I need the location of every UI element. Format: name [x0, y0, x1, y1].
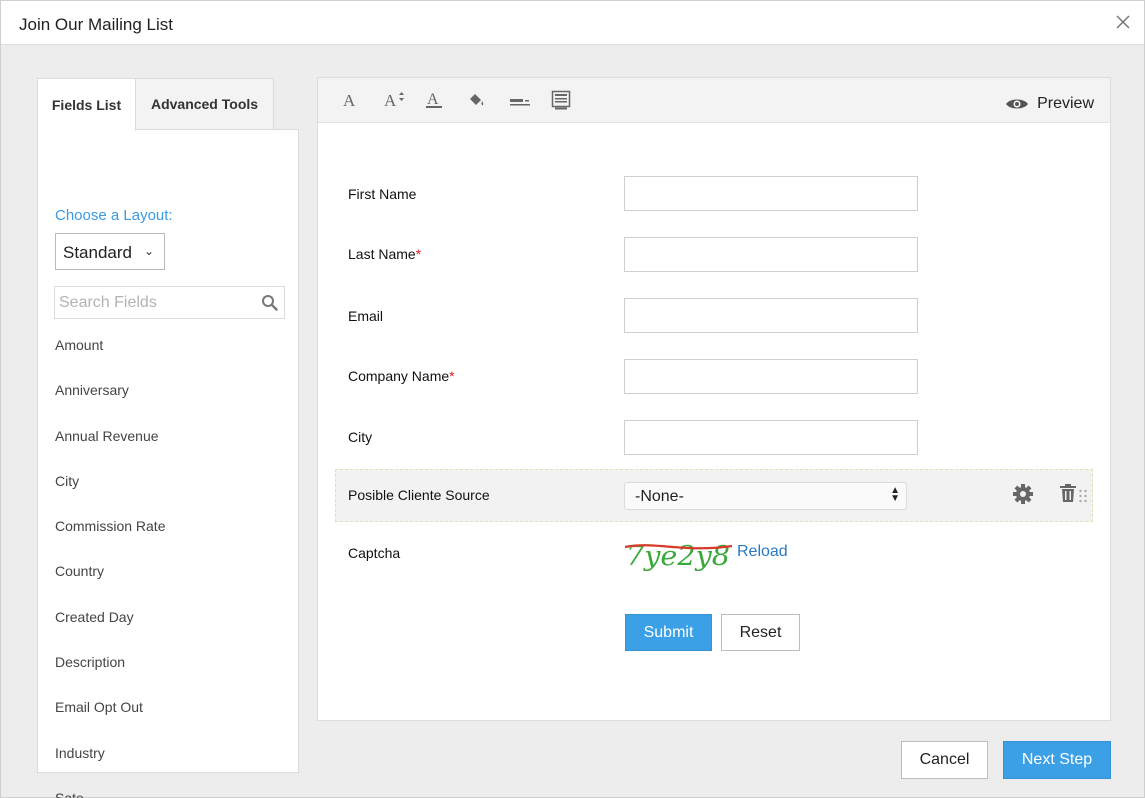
fill-color-icon[interactable] — [464, 88, 488, 112]
next-step-button[interactable]: Next Step — [1003, 741, 1111, 779]
field-item-annual-revenue[interactable]: Annual Revenue — [55, 428, 165, 473]
panel-tabs: Fields List Advanced Tools — [37, 78, 274, 131]
layout-select[interactable]: Standard ⌄ — [55, 233, 165, 270]
border-style-icon[interactable] — [508, 88, 532, 112]
select-arrows-icon: ▲ ▼ — [890, 485, 900, 504]
format-toolbar: A A A Preview — [318, 78, 1110, 123]
preview-button[interactable]: Preview — [1005, 95, 1094, 113]
fields-panel: Choose a Layout: Standard ⌄ Amount Anniv… — [37, 78, 299, 798]
field-item-amount[interactable]: Amount — [55, 337, 165, 382]
font-icon[interactable]: A — [338, 88, 362, 112]
source-label: Posible Cliente Source — [348, 487, 490, 503]
field-item-description[interactable]: Description — [55, 654, 165, 699]
search-fields-box — [54, 286, 285, 319]
font-color-icon[interactable]: A — [422, 88, 446, 112]
tab-fields-list[interactable]: Fields List — [37, 78, 136, 131]
field-item-country[interactable]: Country — [55, 563, 165, 608]
first-name-label: First Name — [348, 186, 417, 202]
first-name-input[interactable] — [624, 176, 918, 211]
last-name-label: Last Name* — [348, 246, 422, 262]
close-icon[interactable] — [1114, 13, 1132, 31]
svg-text:A: A — [343, 91, 356, 109]
trash-icon[interactable] — [1059, 483, 1077, 503]
captcha-label: Captcha — [348, 545, 401, 561]
company-name-input[interactable] — [624, 359, 918, 394]
preview-label: Preview — [1037, 95, 1094, 112]
form-editor: A A A Preview First Name Last Name* Emai… — [317, 77, 1111, 721]
city-input[interactable] — [624, 420, 918, 455]
email-input[interactable] — [624, 298, 918, 333]
layout-icon[interactable] — [549, 88, 573, 112]
dialog-titlebar: Join Our Mailing List — [1, 1, 1144, 45]
available-fields-list: Amount Anniversary Annual Revenue City C… — [55, 337, 165, 798]
captcha-reload-link[interactable]: Reload — [737, 543, 788, 561]
source-select[interactable]: -None- ▲ ▼ — [624, 482, 907, 510]
chevron-down-icon: ⌄ — [143, 244, 154, 258]
field-item-email-opt-out[interactable]: Email Opt Out — [55, 699, 165, 744]
field-item-industry[interactable]: Industry — [55, 745, 165, 790]
search-fields-input[interactable] — [55, 287, 250, 318]
submit-button[interactable]: Submit — [625, 614, 712, 651]
field-item-commission-rate[interactable]: Commission Rate — [55, 518, 165, 563]
field-item-anniversary[interactable]: Anniversary — [55, 382, 165, 427]
field-item-created-day[interactable]: Created Day — [55, 609, 165, 654]
mailing-list-dialog: Join Our Mailing List Choose a Layout: S… — [0, 0, 1145, 798]
last-name-input[interactable] — [624, 237, 918, 272]
eye-icon — [1006, 99, 1029, 109]
source-select-value: -None- — [635, 488, 684, 505]
dialog-title: Join Our Mailing List — [19, 15, 174, 34]
tab-advanced-tools[interactable]: Advanced Tools — [136, 78, 274, 130]
field-item-sate[interactable]: Sate — [55, 790, 165, 798]
svg-text:A: A — [427, 91, 439, 108]
font-size-icon[interactable]: A — [382, 88, 406, 112]
drag-handle-icon[interactable] — [1078, 489, 1088, 503]
fields-panel-body: Choose a Layout: Standard ⌄ Amount Anniv… — [37, 130, 299, 798]
svg-text:A: A — [384, 91, 397, 109]
city-label: City — [348, 429, 373, 445]
company-name-label: Company Name* — [348, 368, 455, 384]
field-item-city[interactable]: City — [55, 473, 165, 518]
gear-icon[interactable] — [1012, 483, 1034, 505]
layout-select-value: Standard — [63, 243, 132, 262]
reset-button[interactable]: Reset — [721, 614, 800, 651]
search-icon[interactable] — [261, 294, 278, 311]
captcha-image: 7ye2y8 — [624, 541, 733, 572]
email-label: Email — [348, 308, 384, 324]
layout-label: Choose a Layout: — [55, 207, 173, 224]
cancel-button[interactable]: Cancel — [901, 741, 988, 779]
